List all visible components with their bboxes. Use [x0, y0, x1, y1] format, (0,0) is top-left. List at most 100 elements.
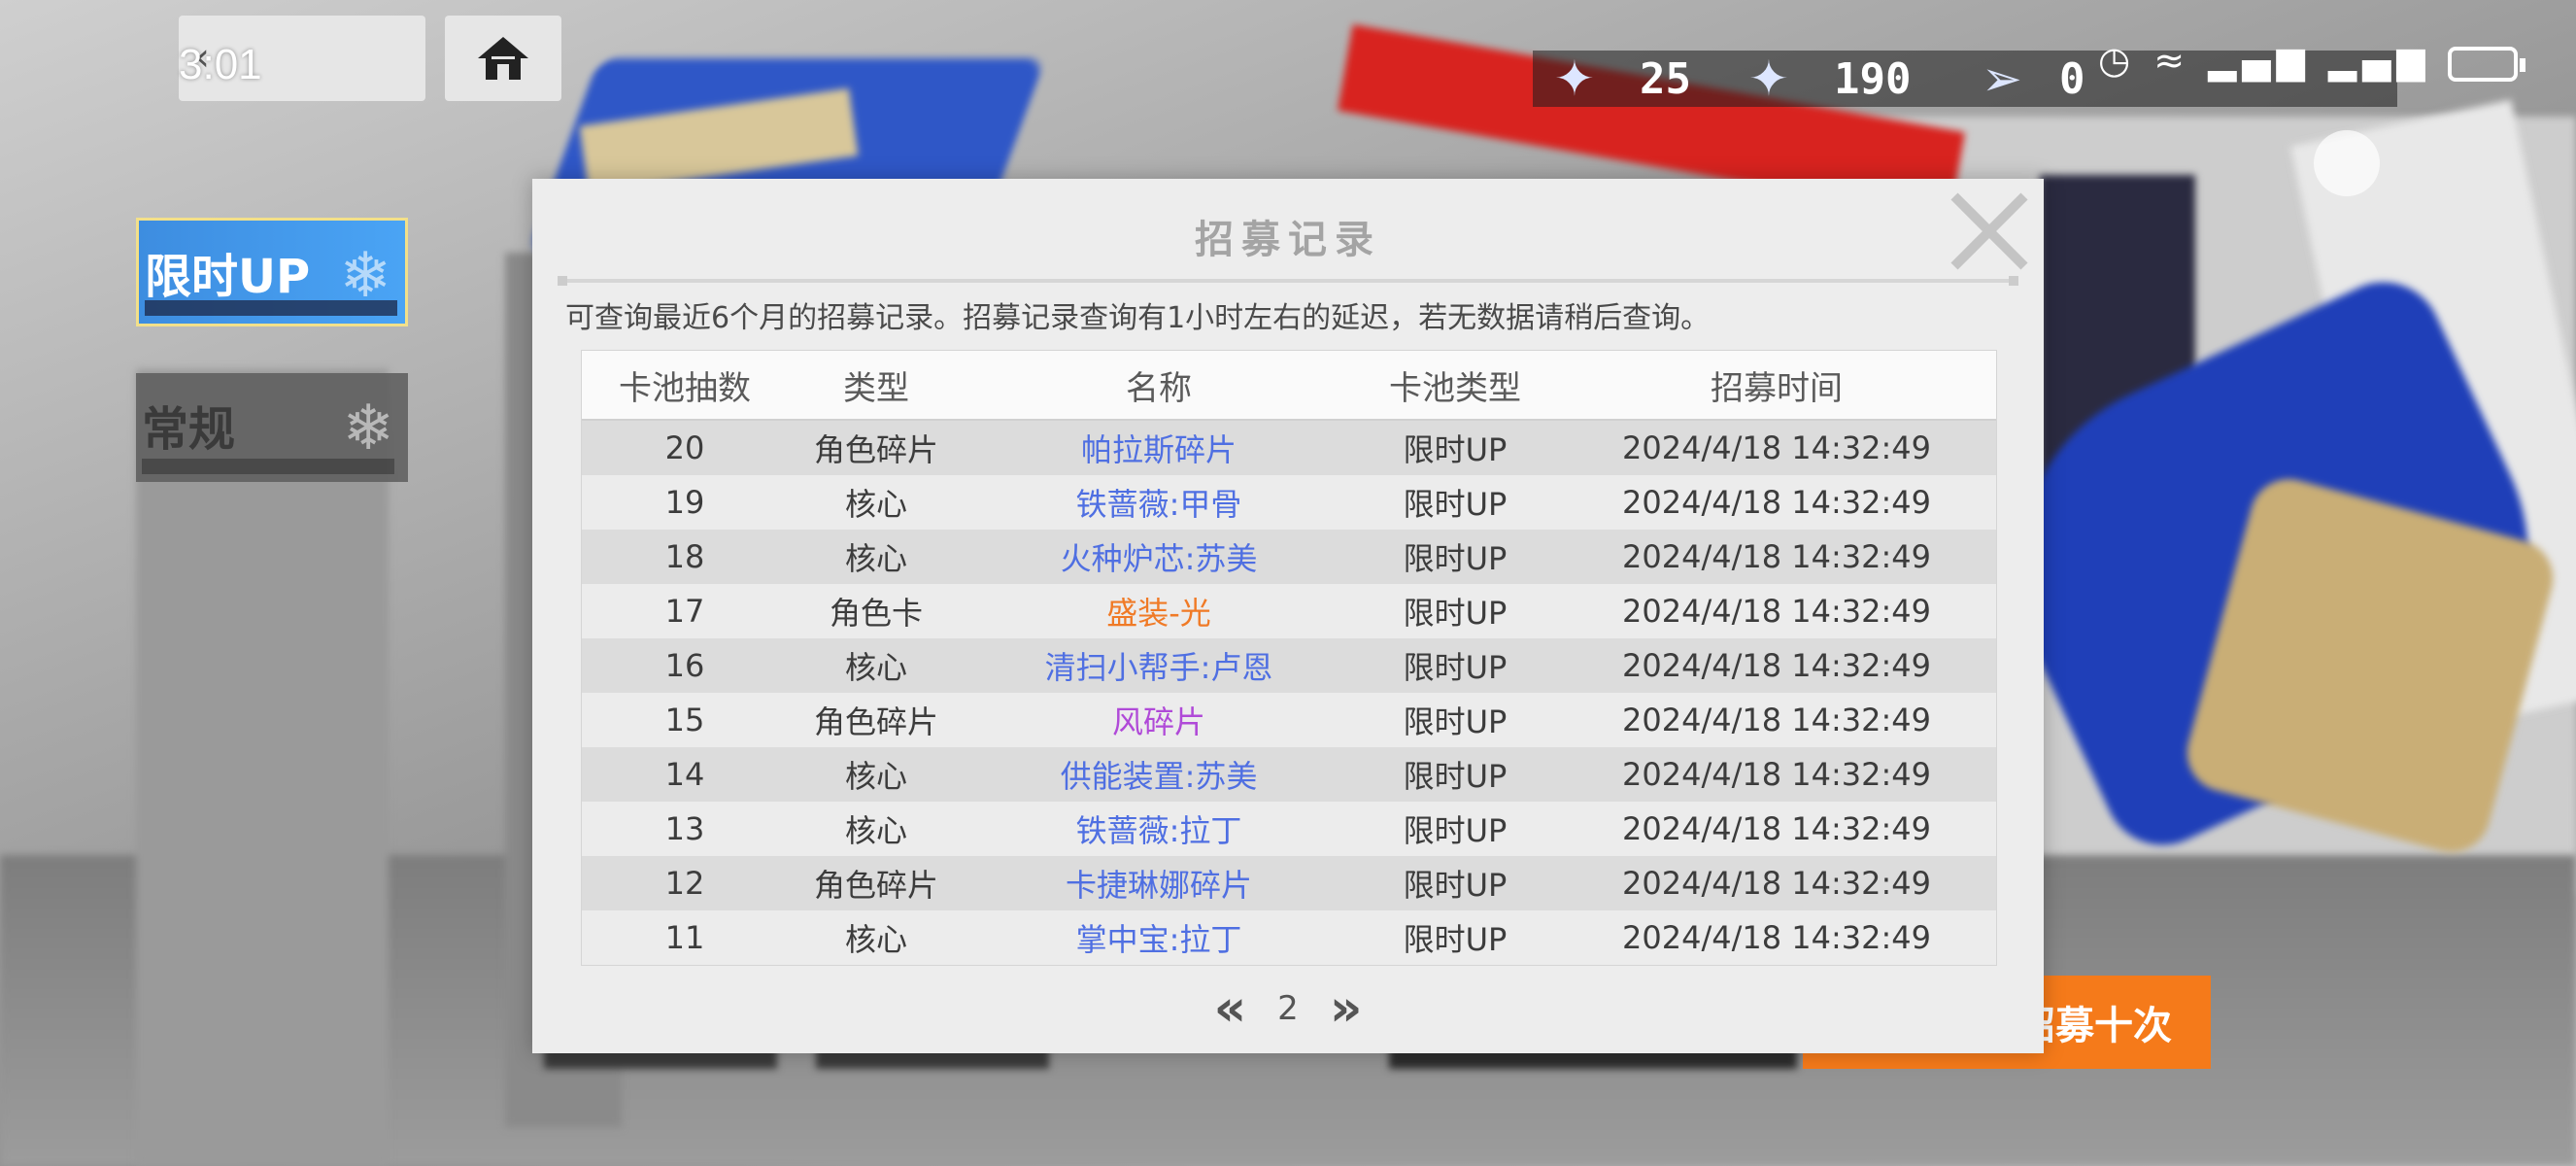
item-type: 核心	[844, 758, 907, 795]
shard-icon: ✦	[1748, 51, 1789, 107]
pool-type: 限时UP	[1403, 812, 1508, 849]
wifi-icon: ≈	[2153, 39, 2191, 82]
item-name: 卡捷琳娜碎片	[1065, 867, 1252, 904]
column-header: 卡池抽数	[619, 368, 751, 408]
table-row: 18 核心 火种炉芯:苏美 限时UP 2024/4/18 14:32:49	[582, 530, 1996, 584]
gun-icon: ➢	[1982, 51, 2022, 107]
query-notice: 可查询最近6个月的招募记录。招募记录查询有1小时左右的延迟，若无数据请稍后查询。	[565, 301, 1711, 335]
table-row: 15 角色碎片 风碎片 限时UP 2024/4/18 14:32:49	[582, 693, 1996, 747]
recruit-time: 2024/4/18 14:32:49	[1622, 919, 1931, 956]
signal-icon: ▂▄▆	[2327, 39, 2431, 82]
pagination: « 2 »	[532, 983, 2044, 1034]
bg-pillar	[136, 369, 389, 1166]
recruit-time: 2024/4/18 14:32:49	[1622, 593, 1931, 630]
pool-type: 限时UP	[1403, 758, 1508, 795]
item-name: 掌中宝:拉丁	[1075, 921, 1242, 958]
recruit-time: 2024/4/18 14:32:49	[1622, 647, 1931, 684]
item-name: 清扫小帮手:卢恩	[1044, 649, 1273, 686]
item-type: 角色碎片	[813, 703, 938, 740]
signal-icon: ▂▄▆	[2208, 39, 2311, 82]
item-type: 核心	[844, 540, 907, 577]
table-row: 12 角色碎片 卡捷琳娜碎片 限时UP 2024/4/18 14:32:49	[582, 856, 1996, 910]
tab-subbar	[142, 459, 394, 474]
item-type: 角色碎片	[813, 867, 938, 904]
column-header: 招募时间	[1711, 368, 1843, 408]
column-header: 卡池类型	[1389, 368, 1521, 408]
home-button[interactable]	[445, 16, 561, 101]
tab-label: 常规	[142, 402, 236, 457]
item-type: 核心	[844, 486, 907, 523]
tab-label: 限时UP	[145, 250, 311, 304]
pull-number: 19	[664, 484, 705, 521]
pull-number: 12	[664, 865, 705, 902]
settings-icon[interactable]	[2314, 130, 2380, 196]
column-header: 名称	[1126, 368, 1192, 408]
recruit-record-dialog: 招募记录 可查询最近6个月的招募记录。招募记录查询有1小时左右的延迟，若无数据请…	[532, 179, 2044, 1053]
close-icon	[1950, 192, 2028, 270]
item-name: 铁蔷薇:拉丁	[1075, 812, 1242, 849]
item-name: 供能装置:苏美	[1060, 758, 1258, 795]
pull-number: 17	[664, 593, 705, 630]
current-page: 2	[1277, 989, 1299, 1028]
tab-subbar	[145, 300, 397, 316]
recruit-time: 2024/4/18 14:32:49	[1622, 810, 1931, 847]
table-row: 17 角色卡 盛装-光 限时UP 2024/4/18 14:32:49	[582, 584, 1996, 638]
snowflake-icon: ❄	[342, 393, 394, 464]
next-page-button[interactable]: »	[1330, 983, 1363, 1034]
tab-normal[interactable]: 常规 ❄	[136, 373, 408, 482]
table-row: 16 核心 清扫小帮手:卢恩 限时UP 2024/4/18 14:32:49	[582, 638, 1996, 693]
item-type: 核心	[844, 649, 907, 686]
recruit-time: 2024/4/18 14:32:49	[1622, 756, 1931, 793]
item-type: 角色卡	[829, 595, 923, 632]
pool-type: 限时UP	[1403, 595, 1508, 632]
pool-type: 限时UP	[1403, 921, 1508, 958]
item-name: 铁蔷薇:甲骨	[1075, 486, 1242, 523]
pull-number: 20	[664, 429, 705, 466]
tab-limited-up[interactable]: 限时UP ❄	[136, 218, 408, 326]
close-button[interactable]	[1945, 187, 2034, 276]
alarm-icon: ◷	[2098, 39, 2137, 82]
system-status-icons: ◷ ≈ ▂▄▆ ▂▄▆	[2098, 39, 2431, 82]
table-row: 19 核心 铁蔷薇:甲骨 限时UP 2024/4/18 14:32:49	[582, 475, 1996, 530]
title-divider	[558, 276, 2018, 286]
item-name: 火种炉芯:苏美	[1060, 540, 1258, 577]
item-type: 核心	[844, 812, 907, 849]
pull-number: 13	[664, 810, 705, 847]
pull-number: 15	[664, 702, 705, 738]
item-type: 核心	[844, 921, 907, 958]
table-body: 20 角色碎片 帕拉斯碎片 限时UP 2024/4/18 14:32:49 19…	[582, 421, 1996, 965]
column-header: 类型	[843, 368, 909, 408]
recruit-time: 2024/4/18 14:32:49	[1622, 484, 1931, 521]
recruit-time: 2024/4/18 14:32:49	[1622, 429, 1931, 466]
item-type: 角色碎片	[813, 431, 938, 468]
pull-number: 16	[664, 647, 705, 684]
table-header: 卡池抽数 类型 名称 卡池类型 招募时间	[582, 351, 1996, 421]
status-time: 3:01	[179, 41, 262, 88]
pool-type: 限时UP	[1403, 540, 1508, 577]
item-name: 盛装-光	[1106, 595, 1211, 632]
resource-crystal-count: 25	[1640, 54, 1691, 104]
pool-type: 限时UP	[1403, 867, 1508, 904]
recruit-time: 2024/4/18 14:32:49	[1622, 865, 1931, 902]
dialog-title: 招募记录	[1195, 218, 1381, 262]
recruit-time: 2024/4/18 14:32:49	[1622, 538, 1931, 575]
resource-gun-count: 0	[2059, 54, 2085, 104]
pool-type: 限时UP	[1403, 649, 1508, 686]
recruit-time: 2024/4/18 14:32:49	[1622, 702, 1931, 738]
prev-page-button[interactable]: «	[1214, 983, 1247, 1034]
pull-number: 18	[664, 538, 705, 575]
item-name: 风碎片	[1111, 703, 1205, 740]
pool-type: 限时UP	[1403, 431, 1508, 468]
pull-number: 14	[664, 756, 705, 793]
home-icon	[478, 37, 528, 80]
pull-number: 11	[664, 919, 705, 956]
battery-icon	[2448, 47, 2525, 82]
pool-type: 限时UP	[1403, 486, 1508, 523]
crystal-icon: ✦	[1554, 51, 1595, 107]
table-row: 20 角色碎片 帕拉斯碎片 限时UP 2024/4/18 14:32:49	[582, 421, 1996, 475]
table-row: 11 核心 掌中宝:拉丁 限时UP 2024/4/18 14:32:49	[582, 910, 1996, 965]
resource-shard-count: 190	[1834, 54, 1912, 104]
pool-type: 限时UP	[1403, 703, 1508, 740]
table-row: 14 核心 供能装置:苏美 限时UP 2024/4/18 14:32:49	[582, 747, 1996, 802]
table-row: 13 核心 铁蔷薇:拉丁 限时UP 2024/4/18 14:32:49	[582, 802, 1996, 856]
